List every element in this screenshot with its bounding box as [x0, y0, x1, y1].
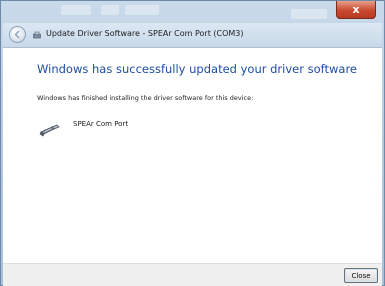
close-icon: x — [352, 3, 360, 16]
hardware-wizard-icon — [33, 31, 41, 39]
background-blur — [125, 5, 159, 15]
close-button[interactable]: Close — [344, 268, 378, 283]
window-title: Update Driver Software - SPEAr Com Port … — [46, 29, 244, 38]
back-button[interactable] — [9, 26, 26, 43]
wizard-footer: Close — [3, 263, 382, 286]
window-close-button[interactable]: x — [336, 1, 376, 19]
background-blur — [291, 9, 327, 19]
wizard-header: Update Driver Software - SPEAr Com Port … — [3, 23, 382, 48]
back-arrow-icon — [14, 30, 20, 39]
background-blur — [101, 5, 119, 15]
device-name: SPEAr Com Port — [73, 120, 129, 128]
update-driver-window: x Update Driver Software - SPEAr Com Por… — [0, 0, 385, 286]
page-title: Windows has successfully updated your dr… — [37, 62, 358, 76]
background-blur — [61, 5, 91, 15]
status-description: Windows has finished installing the driv… — [37, 94, 254, 102]
port-connector-icon — [39, 124, 60, 137]
wizard-content: Windows has successfully updated your dr… — [3, 48, 382, 263]
